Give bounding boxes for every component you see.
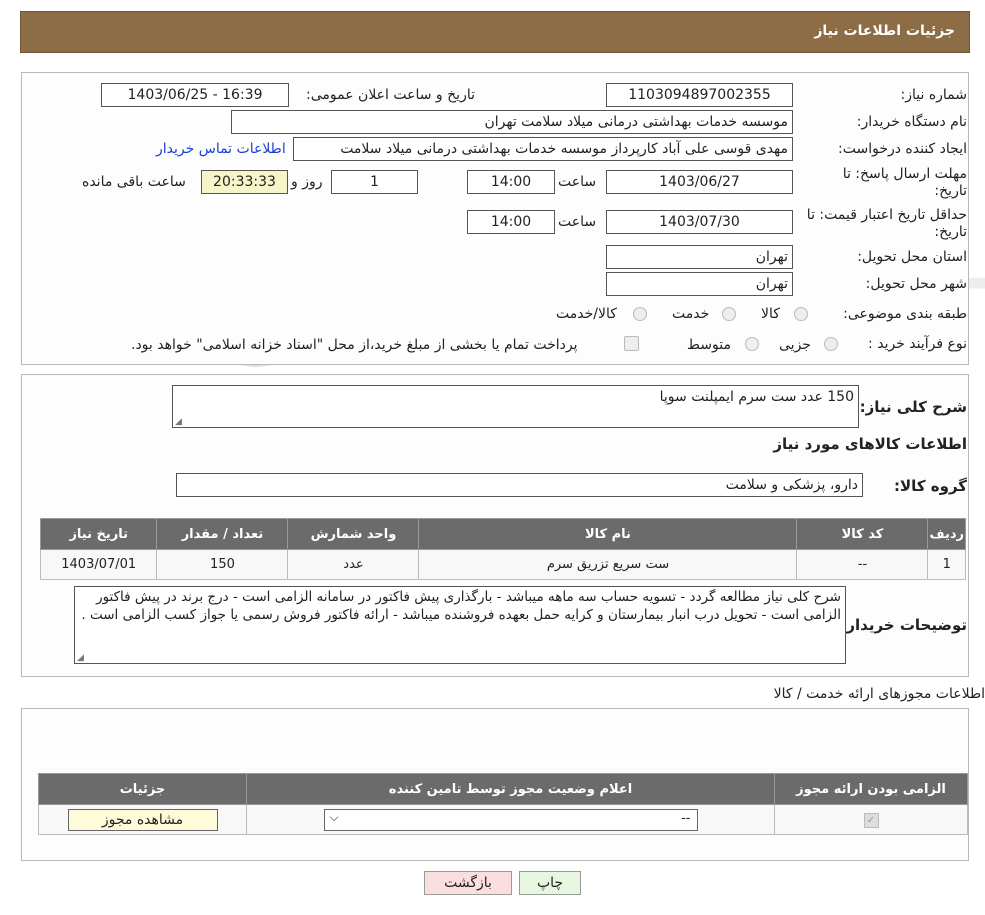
cell-unit: عدد — [287, 549, 420, 580]
buyer-label: نام دستگاه خریدار: — [856, 114, 967, 130]
table-row: 1 -- ست سریع تزریق سرم عدد 150 1403/07/0… — [39, 549, 966, 580]
province-label: استان محل تحویل: — [857, 249, 967, 265]
process-option-minor: جزیی — [779, 337, 811, 353]
need-number-field: 1103094897002355 — [606, 83, 793, 107]
permit-status-select[interactable]: -- ⌵ — [323, 808, 698, 831]
remaining-label: ساعت باقی مانده — [82, 174, 186, 190]
cell-row: 1 — [927, 549, 966, 580]
chevron-down-icon: ⌵ — [329, 809, 339, 824]
category-option-goods: کالا — [761, 306, 780, 322]
permit-status-value: -- — [681, 810, 691, 826]
goods-table: ردیف کد کالا نام کالا واحد شمارش تعداد /… — [39, 518, 966, 580]
summary-field: 150 عدد ست سرم ایمپلنت سوپا ◢ — [172, 385, 859, 428]
validity-label-2: تاریخ: — [934, 224, 967, 240]
need-number-label: شماره نیاز: — [900, 87, 968, 103]
cell-date: 1403/07/01 — [39, 549, 158, 580]
process-label: نوع فرآیند خرید : — [868, 336, 967, 352]
view-permit-button[interactable]: مشاهده مجوز — [67, 808, 218, 831]
deadline-time-label: ساعت — [558, 174, 597, 190]
creator-label: ایجاد کننده درخواست: — [838, 141, 967, 157]
process-option-medium: متوسط — [687, 337, 731, 353]
deadline-label-2: تاریخ: — [934, 183, 967, 199]
page-header: جزئیات اطلاعات نیاز — [20, 11, 970, 53]
creator-field: مهدی قوسی علی آباد کارپرداز موسسه خدمات … — [293, 137, 793, 161]
category-label: طبقه بندی موضوعی: — [843, 306, 967, 322]
page-title: جزئیات اطلاعات نیاز — [814, 23, 955, 39]
permit-col-details: جزئیات — [38, 773, 247, 805]
goods-heading: اطلاعات کالاهای مورد نیاز — [773, 435, 967, 453]
deadline-label-1: مهلت ارسال پاسخ: تا — [842, 166, 967, 182]
validity-time-field: 14:00 — [467, 210, 555, 234]
buyer-notes-field: شرح کلی نیاز مطالعه گردد - تسویه حساب سه… — [74, 586, 846, 664]
province-field: تهران — [606, 245, 793, 269]
validity-time-label: ساعت — [558, 214, 597, 230]
cell-name: ست سریع تزریق سرم — [418, 549, 798, 580]
announce-field: 1403/06/25 - 16:39 — [101, 83, 289, 107]
category-radio-goods[interactable] — [794, 307, 808, 321]
buyer-notes-label: توضیحات خریدار: — [840, 616, 967, 634]
summary-text: 150 عدد ست سرم ایمپلنت سوپا — [659, 389, 854, 405]
goods-col-unit: واحد شمارش — [287, 518, 420, 550]
cell-qty: 150 — [156, 549, 289, 580]
goods-col-row: ردیف — [927, 518, 966, 550]
process-radio-medium[interactable] — [745, 337, 759, 351]
goods-col-code: کد کالا — [796, 518, 929, 550]
process-radio-minor[interactable] — [824, 337, 838, 351]
permits-section-title: اطلاعات مجوزهای ارائه خدمت / کالا — [773, 686, 985, 702]
buyer-contact-link[interactable]: اطلاعات تماس خریدار — [156, 141, 286, 157]
cell-code: -- — [796, 549, 929, 580]
remaining-time-field: 20:33:33 — [201, 170, 288, 194]
table-row: ✓ -- ⌵ مشاهده مجوز — [38, 804, 968, 835]
deadline-date-field: 1403/06/27 — [606, 170, 793, 194]
permit-col-required: الزامی بودن ارائه مجوز — [774, 773, 968, 805]
validity-label-1: حداقل تاریخ اعتبار قیمت: تا — [806, 207, 967, 223]
category-radio-service[interactable] — [722, 307, 736, 321]
resize-handle-icon: ◢ — [77, 653, 84, 663]
print-button[interactable]: چاپ — [519, 871, 581, 895]
permit-required-checkbox[interactable]: ✓ — [863, 812, 879, 828]
treasury-checkbox[interactable] — [624, 336, 639, 351]
back-button[interactable]: بازگشت — [424, 871, 512, 895]
summary-label: شرح کلی نیاز: — [859, 398, 967, 416]
announce-label: تاریخ و ساعت اعلان عمومی: — [306, 87, 475, 103]
goods-col-name: نام کالا — [418, 518, 798, 550]
goods-col-date: تاریخ نیاز — [39, 518, 158, 550]
category-option-goods-service: کالا/خدمت — [556, 306, 617, 322]
group-field: دارو، پزشکی و سلامت — [176, 473, 863, 497]
buyer-field: موسسه خدمات بهداشتی درمانی میلاد سلامت ت… — [231, 110, 793, 134]
city-field: تهران — [606, 272, 793, 296]
days-label: روز و — [291, 174, 323, 190]
category-radio-goods-service[interactable] — [633, 307, 647, 321]
group-label: گروه کالا: — [894, 477, 967, 495]
deadline-time-field: 14:00 — [467, 170, 555, 194]
goods-col-qty: تعداد / مقدار — [156, 518, 289, 550]
city-label: شهر محل تحویل: — [865, 276, 967, 292]
permits-table: الزامی بودن ارائه مجوز اعلام وضعیت مجوز … — [38, 773, 968, 835]
validity-date-field: 1403/07/30 — [606, 210, 793, 234]
process-note: پرداخت تمام یا بخشی از مبلغ خرید،از محل … — [131, 337, 578, 353]
buyer-notes-text: شرح کلی نیاز مطالعه گردد - تسویه حساب سه… — [81, 589, 841, 623]
permit-col-status: اعلام وضعیت مجوز توسط تامین کننده — [246, 773, 775, 805]
category-option-service: خدمت — [672, 306, 710, 322]
days-field: 1 — [331, 170, 418, 194]
resize-handle-icon: ◢ — [175, 417, 182, 427]
